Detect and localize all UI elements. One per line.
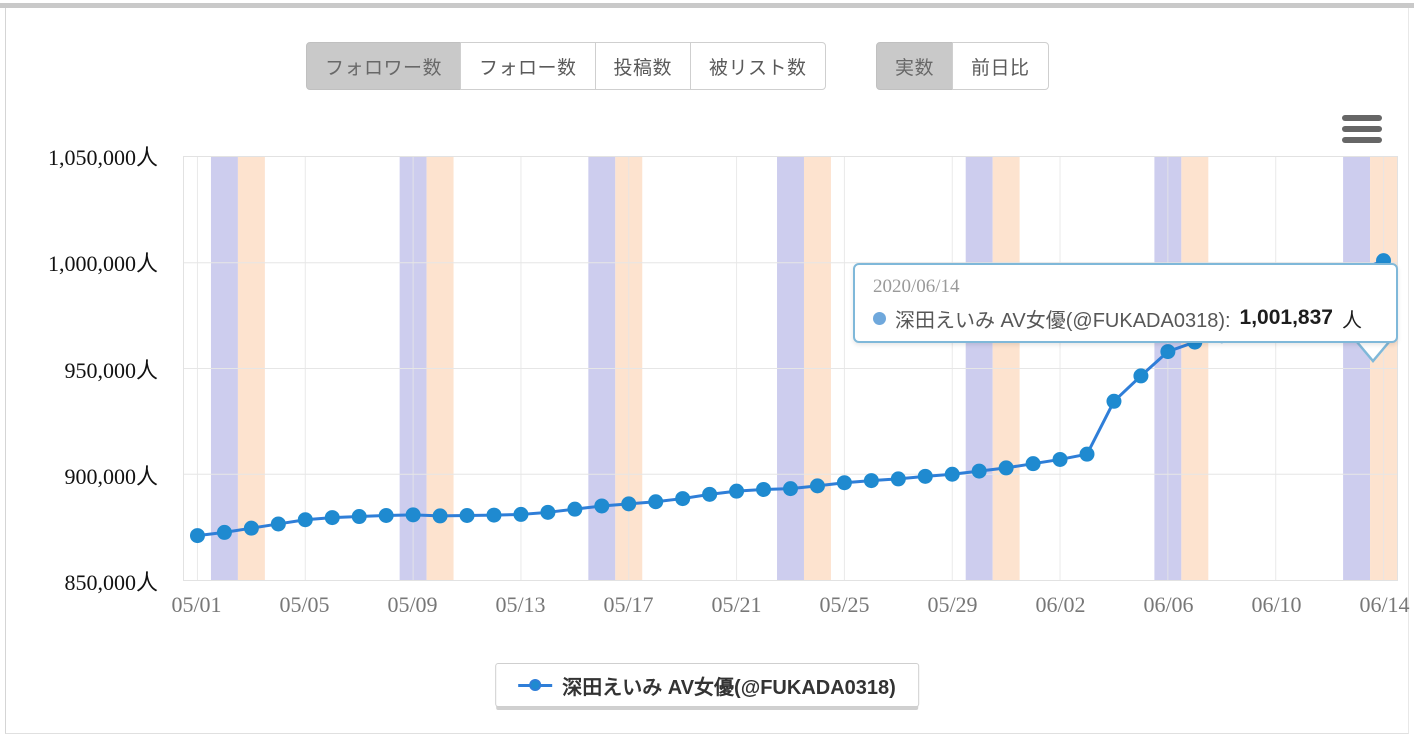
hamburger-bar [1342,115,1382,121]
x-axis-tick-label: 06/10 [1251,592,1302,617]
data-point[interactable] [702,486,718,502]
data-point[interactable] [944,466,960,482]
tooltip-series-dot-icon [873,311,886,325]
toolbar: フォロワー数 フォロー数 投稿数 被リスト数 実数 前日比 [0,42,1414,92]
data-point[interactable] [270,516,286,532]
data-point[interactable] [486,507,502,523]
data-point[interactable] [351,509,367,525]
data-point[interactable] [405,507,421,523]
data-point[interactable] [971,463,987,479]
tooltip-pointer-icon [1356,341,1390,363]
x-axis-tick-label: 05/13 [495,592,546,617]
data-point[interactable] [783,481,798,497]
chart-container: 1,050,000人 1,000,000人 950,000人 900,000人 850,… [0,100,1414,707]
tooltip-series-label: 深田えいみ AV女優(@FUKADA0318): [895,309,1231,332]
data-point[interactable] [863,473,879,489]
legend-line-marker-icon [518,678,553,692]
data-point[interactable] [621,496,637,512]
data-point[interactable] [729,483,745,499]
x-axis-labels: 05/01 05/05 05/09 05/13 05/17 05/21 05/25 05/29… [171,592,1409,632]
data-point[interactable] [1079,446,1095,462]
tab-absolute[interactable]: 実数 [876,42,954,90]
y-axis-tick-label: 900,000人 [64,463,158,489]
data-point[interactable] [648,494,664,510]
data-point[interactable] [890,471,906,487]
y-axis-tick-label: 1,000,000人 [47,251,158,277]
hamburger-icon[interactable] [1342,113,1382,145]
tab-listed[interactable]: 被リスト数 [690,42,826,90]
x-axis-tick-label: 06/14 [1359,592,1410,617]
data-point[interactable] [917,468,933,484]
x-axis-tick-label: 05/05 [279,592,330,617]
tab-tweets[interactable]: 投稿数 [594,42,692,90]
data-point[interactable] [378,507,394,523]
tooltip-series-row: 深田えいみ AV女優(@FUKADA0318): 1,001,837 人 [873,304,1382,333]
x-axis-tick-label: 05/01 [171,592,222,617]
data-tooltip: 2020/06/14 深田えいみ AV女優(@FUKADA0318): 1,00… [853,263,1398,343]
x-axis-tick-label: 05/21 [711,592,762,617]
data-point[interactable] [998,460,1014,476]
tab-daily-change[interactable]: 前日比 [952,42,1049,90]
data-point[interactable] [513,506,529,522]
data-point[interactable] [1133,368,1149,384]
data-point[interactable] [324,510,340,526]
data-point[interactable] [836,475,852,491]
hamburger-bar [1342,126,1382,132]
tab-followers[interactable]: フォロワー数 [306,42,462,90]
data-point[interactable] [243,520,259,536]
data-point[interactable] [1160,344,1176,360]
legend[interactable]: 深田えいみ AV女優(@FUKADA0318) [495,663,919,707]
y-axis-tick-label: 950,000人 [64,357,158,383]
data-point[interactable] [1052,451,1068,467]
plot-svg [184,157,1397,580]
data-point[interactable] [594,498,610,514]
tooltip-value: 1,001,837 [1239,306,1333,330]
metric-button-group[interactable]: フォロワー数 フォロー数 投稿数 被リスト数 [306,42,826,90]
data-point[interactable] [216,524,232,540]
tab-following[interactable]: フォロー数 [460,42,596,90]
data-point[interactable] [1106,393,1122,409]
data-point[interactable] [1025,456,1041,472]
data-point[interactable] [459,507,475,523]
x-axis-tick-label: 05/29 [927,592,978,617]
data-point[interactable] [189,528,205,544]
x-axis-tick-label: 05/17 [603,592,654,617]
x-axis-tick-label: 05/09 [387,592,438,617]
data-point[interactable] [432,508,448,524]
x-axis-tick-label: 06/06 [1143,592,1194,617]
data-point[interactable] [756,481,772,497]
data-point[interactable] [567,501,583,517]
hamburger-bar [1342,137,1382,143]
data-point[interactable] [297,512,313,528]
y-axis-tick-label: 1,050,000人 [47,145,158,170]
mode-button-group[interactable]: 実数 前日比 [876,42,1049,90]
plot-area[interactable] [183,156,1398,581]
data-point[interactable] [675,491,691,507]
tooltip-date: 2020/06/14 [873,276,960,297]
tooltip-unit: 人 [1341,309,1362,332]
y-axis-tick-label: 850,000人 [64,570,158,595]
legend-label: 深田えいみ AV女優(@FUKADA0318) [562,676,896,699]
x-axis-tick-label: 06/02 [1035,592,1086,617]
data-point[interactable] [809,478,825,494]
y-axis-labels: 1,050,000人 1,000,000人 950,000人 900,000人 850,… [0,100,170,700]
chart-page: フォロワー数 フォロー数 投稿数 被リスト数 実数 前日比 1,050,000人 1,00… [0,0,1414,742]
x-axis-tick-label: 05/25 [819,592,870,617]
data-point[interactable] [540,504,556,520]
